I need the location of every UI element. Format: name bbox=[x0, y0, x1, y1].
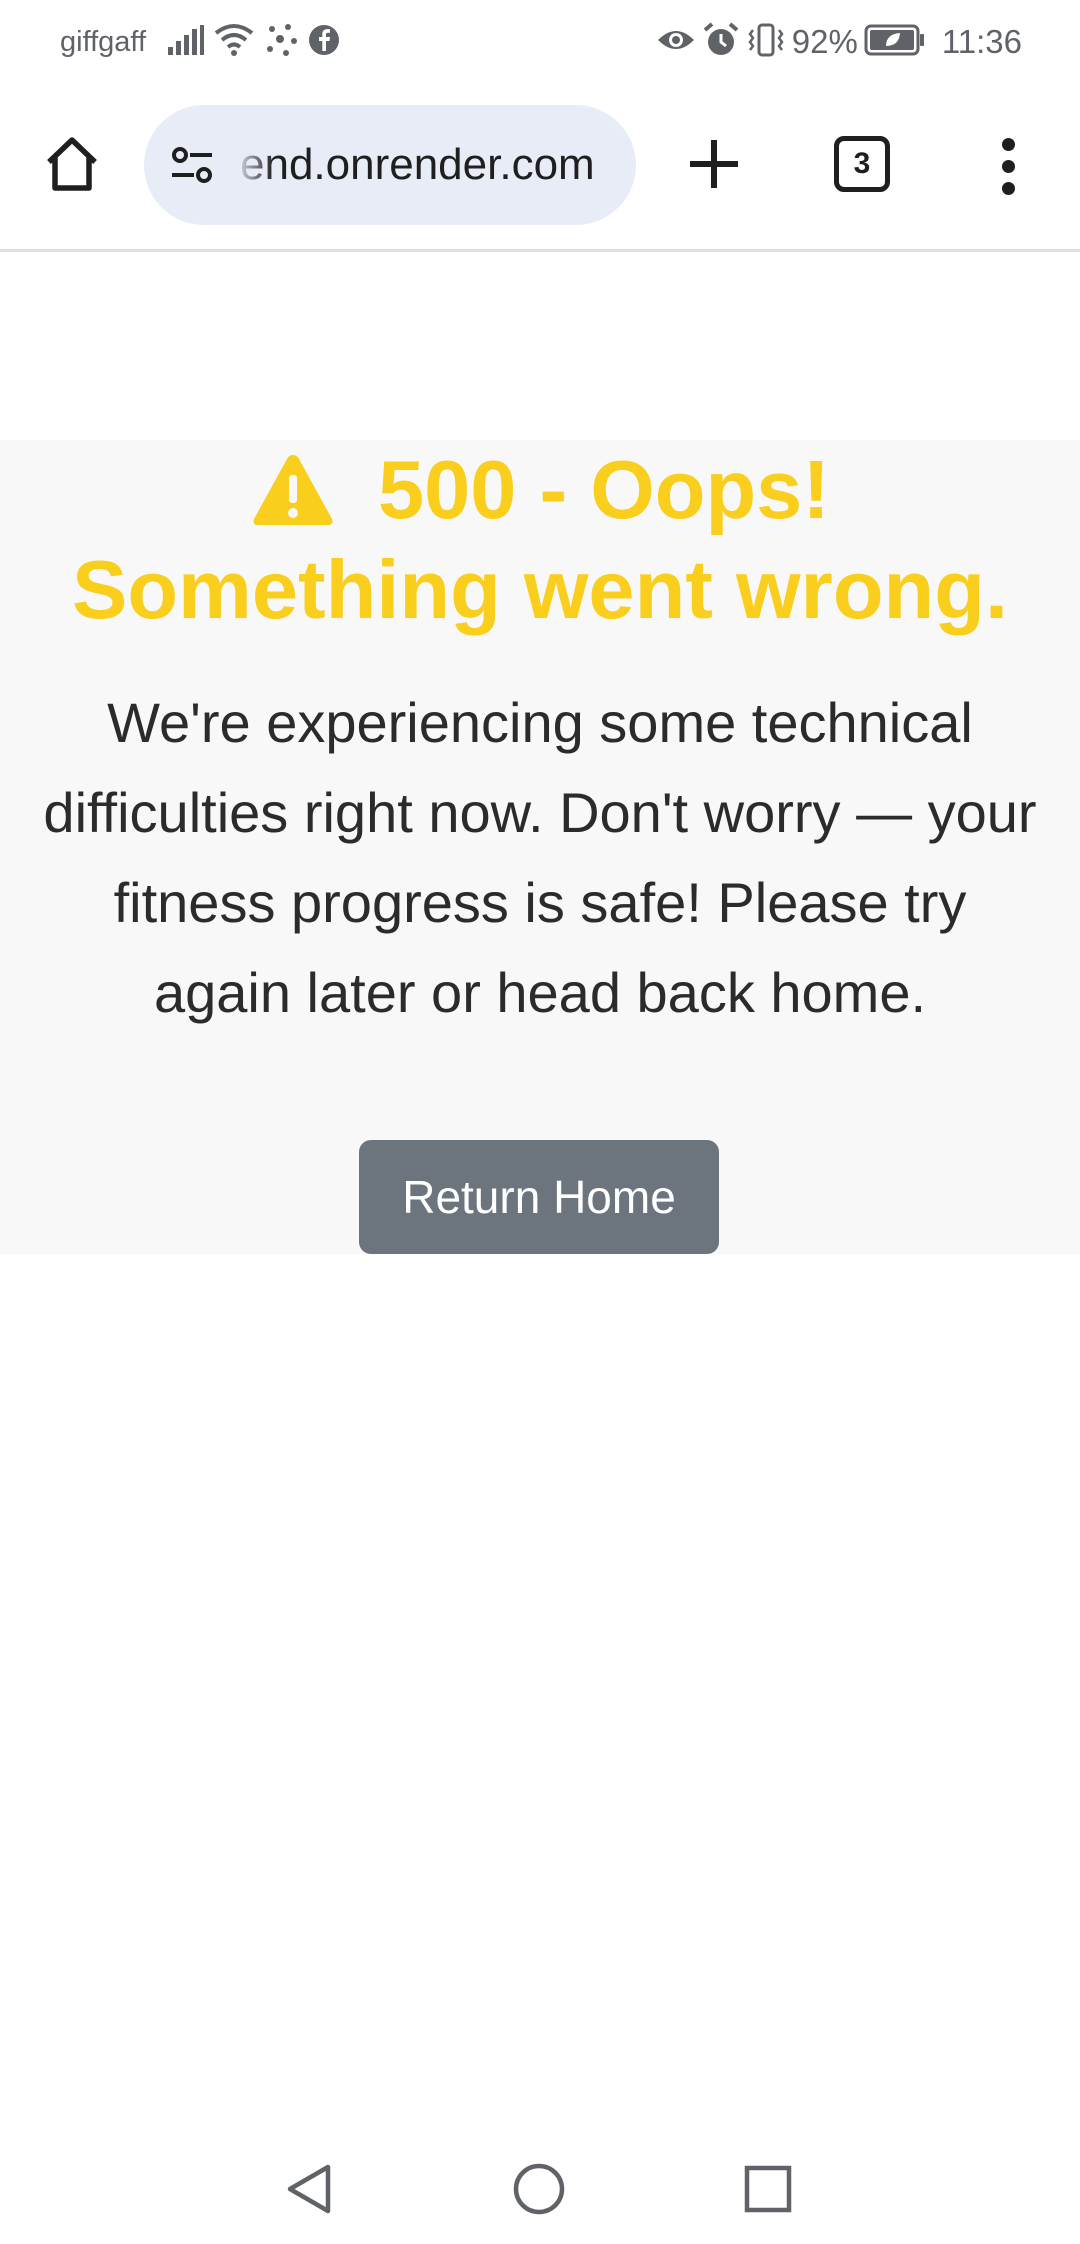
battery-icon bbox=[864, 24, 926, 61]
warning-icon bbox=[250, 451, 336, 529]
eye-icon bbox=[656, 26, 696, 59]
nav-back-button[interactable] bbox=[275, 2156, 345, 2226]
alarm-icon bbox=[702, 21, 740, 64]
error-message: We're experiencing some technical diffic… bbox=[43, 691, 1037, 1024]
signal-icon bbox=[168, 24, 204, 60]
error-title: 500 - Oops! Something went wrong. bbox=[0, 440, 1080, 640]
nav-recents-button[interactable] bbox=[733, 2156, 803, 2226]
address-bar[interactable]: end.onrender.com bbox=[144, 105, 636, 225]
battery-percent: 92% bbox=[791, 23, 858, 60]
status-icons-right: 92% 11:36 bbox=[656, 20, 1080, 64]
error-card: 500 - Oops! Something went wrong. We're … bbox=[0, 440, 1080, 1254]
facebook-icon bbox=[308, 24, 340, 61]
back-icon bbox=[282, 2161, 338, 2222]
error-title-line2: Something went wrong. bbox=[71, 543, 1009, 636]
wifi-icon bbox=[214, 23, 254, 62]
site-settings-icon[interactable] bbox=[168, 141, 216, 189]
plus-icon bbox=[687, 137, 741, 196]
more-vert-icon[interactable] bbox=[984, 128, 1032, 204]
carrier-name: giffgaff bbox=[60, 26, 147, 58]
return-home-button[interactable]: Return Home bbox=[359, 1140, 719, 1254]
browser-toolbar: end.onrender.com 3 bbox=[0, 84, 1080, 252]
url-fade bbox=[234, 105, 274, 225]
error-title-line1: 500 - Oops! bbox=[0, 440, 1080, 540]
new-tab-button[interactable] bbox=[676, 128, 752, 204]
vibrate-icon bbox=[746, 22, 786, 63]
home-button[interactable] bbox=[38, 132, 106, 200]
status-icons-left bbox=[168, 20, 340, 64]
system-nav-bar bbox=[0, 2134, 1080, 2244]
error-code-text: 500 - Oops! bbox=[377, 443, 830, 536]
tab-switcher-button[interactable]: 3 bbox=[834, 136, 890, 192]
dots-icon bbox=[264, 23, 298, 62]
recents-icon bbox=[742, 2163, 794, 2220]
home-icon bbox=[43, 135, 101, 198]
clock: 11:36 bbox=[941, 23, 1022, 60]
status-bar: giffgaff 92% 11:36 bbox=[0, 0, 1080, 84]
tab-count: 3 bbox=[853, 147, 871, 180]
nav-home-button[interactable] bbox=[504, 2156, 574, 2226]
home-circle-icon bbox=[511, 2161, 567, 2222]
url-text[interactable]: end.onrender.com bbox=[240, 105, 616, 225]
